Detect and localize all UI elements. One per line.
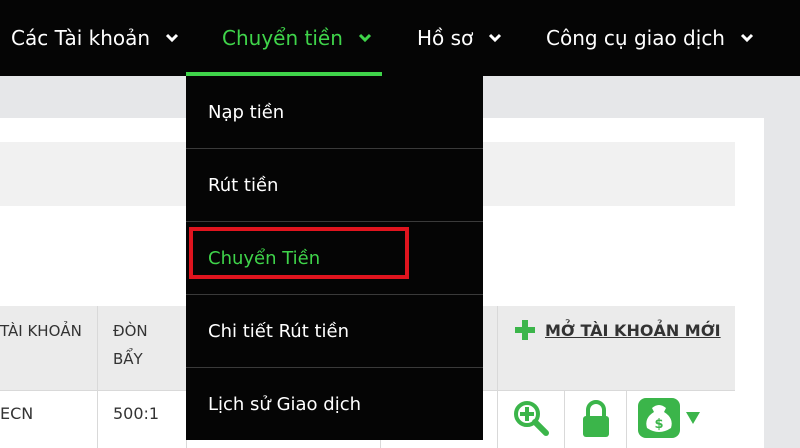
- top-navigation: Các Tài khoản Chuyển tiền Hồ sơ Công cụ …: [0, 0, 800, 76]
- menu-item-withdraw-label: Rút tiền: [208, 174, 279, 196]
- nav-accounts-label: Các Tài khoản: [11, 26, 151, 50]
- menu-item-withdraw[interactable]: Rút tiền: [186, 149, 483, 221]
- nav-trading-tools[interactable]: Công cụ giao dịch: [546, 0, 755, 76]
- plus-icon: [515, 320, 535, 340]
- chevron-down-icon: [358, 33, 371, 43]
- nav-accounts[interactable]: Các Tài khoản: [11, 0, 180, 76]
- open-account-label: MỞ TÀI KHOẢN MỚI: [545, 320, 721, 340]
- column-divider: [626, 390, 627, 448]
- menu-item-deposit-label: Nạp tiền: [208, 101, 285, 123]
- header-leverage-line1: ĐÒN: [113, 322, 148, 340]
- column-divider: [564, 390, 565, 448]
- nav-profile[interactable]: Hồ sơ: [417, 0, 503, 76]
- header-account: TÀI KHOẢN: [0, 322, 82, 340]
- highlight-box: [189, 227, 409, 279]
- menu-item-withdraw-details[interactable]: Chi tiết Rút tiền: [186, 295, 483, 367]
- menu-item-transaction-history-label: Lịch sử Giao dịch: [208, 393, 362, 415]
- column-divider: [97, 306, 98, 448]
- nav-transfer-label: Chuyển tiền: [222, 26, 343, 50]
- header-leverage-line2: BẨY: [113, 350, 143, 368]
- nav-transfer[interactable]: Chuyển tiền: [222, 0, 373, 76]
- chevron-down-icon: [166, 33, 179, 43]
- menu-item-transaction-history[interactable]: Lịch sử Giao dịch: [186, 368, 483, 440]
- chevron-down-icon: [489, 33, 502, 43]
- zoom-in-icon[interactable]: [512, 399, 550, 437]
- menu-item-withdraw-details-label: Chi tiết Rút tiền: [208, 320, 350, 342]
- column-divider: [497, 306, 498, 448]
- open-account-link[interactable]: MỞ TÀI KHOẢN MỚI: [515, 320, 721, 340]
- cell-leverage: 500:1: [113, 404, 160, 423]
- svg-text:$: $: [654, 417, 663, 432]
- menu-item-deposit[interactable]: Nạp tiền: [186, 76, 483, 148]
- nav-trading-tools-label: Công cụ giao dịch: [546, 26, 725, 50]
- money-bag-icon[interactable]: $: [638, 398, 704, 438]
- nav-profile-label: Hồ sơ: [417, 26, 474, 50]
- cell-account-type: ECN: [0, 404, 34, 423]
- lock-icon[interactable]: [582, 400, 610, 438]
- chevron-down-icon: [740, 33, 754, 43]
